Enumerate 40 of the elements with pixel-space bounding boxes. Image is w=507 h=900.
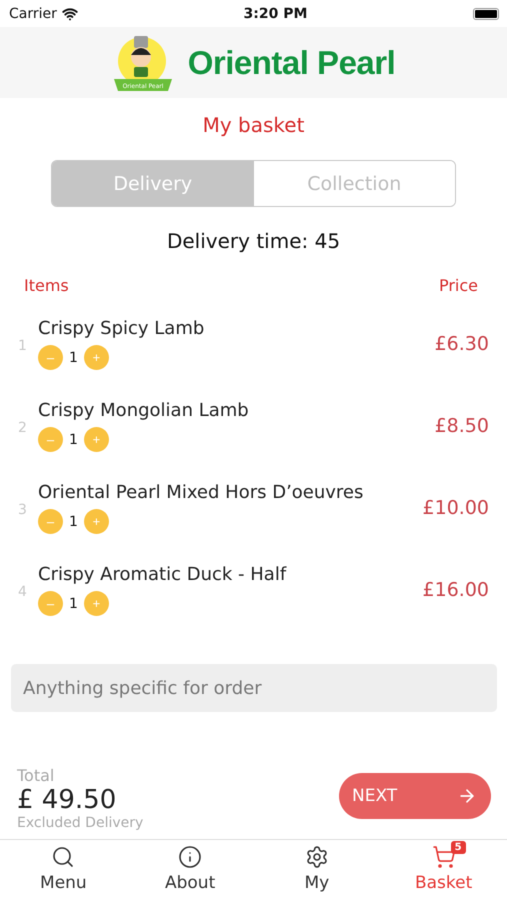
column-header: Items: [24, 276, 69, 295]
item-name: Crispy Mongolian Lamb: [38, 400, 250, 421]
brand-name: Oriental Pearl: [188, 44, 396, 82]
settings-icon: [304, 845, 329, 869]
decrease-button[interactable]: –: [38, 509, 63, 534]
item-name: Oriental Pearl Mixed Hors D’oeuvres: [38, 482, 364, 503]
cart-icon: [432, 845, 456, 869]
column-header: Price: [438, 276, 478, 295]
decrease-button[interactable]: –: [38, 427, 63, 452]
page-title: My basket: [202, 113, 306, 137]
order-note-field[interactable]: Anything specific for order: [11, 664, 497, 712]
increase-button[interactable]: +: [84, 591, 109, 616]
wifi-icon: [62, 6, 78, 22]
increase-button[interactable]: +: [84, 345, 109, 370]
delivery-time: Delivery time: 45: [166, 229, 342, 253]
decrease-button[interactable]: –: [38, 591, 63, 616]
quantity-value: 1: [69, 432, 78, 448]
delivery-note: Excluded Delivery: [17, 815, 144, 831]
decrease-button[interactable]: –: [38, 345, 63, 370]
order-type-tab[interactable]: Delivery: [52, 161, 254, 206]
item-name: Crispy Spicy Lamb: [38, 318, 206, 339]
item-price: £6.30: [434, 333, 489, 355]
item-name: Crispy Aromatic Duck - Half: [38, 564, 288, 585]
carrier-label: Carrier: [9, 6, 57, 22]
quantity-value: 1: [69, 596, 78, 612]
item-price: £8.50: [434, 415, 489, 437]
quantity-value: 1: [69, 514, 78, 530]
total-amount: £ 49.50: [17, 785, 118, 815]
item-price: £16.00: [422, 579, 489, 601]
status-time: 3:20 PM: [244, 6, 308, 22]
item-price: £10.00: [422, 497, 489, 519]
total-label: Total: [17, 766, 56, 785]
info-icon: [178, 845, 202, 869]
next-button[interactable]: NEXT: [339, 773, 491, 819]
battery-icon: [473, 8, 499, 20]
quantity-value: 1: [69, 350, 78, 366]
increase-button[interactable]: +: [84, 509, 109, 534]
count-badge: 5: [450, 841, 466, 854]
increase-button[interactable]: +: [84, 427, 109, 452]
search-icon: [51, 845, 76, 869]
